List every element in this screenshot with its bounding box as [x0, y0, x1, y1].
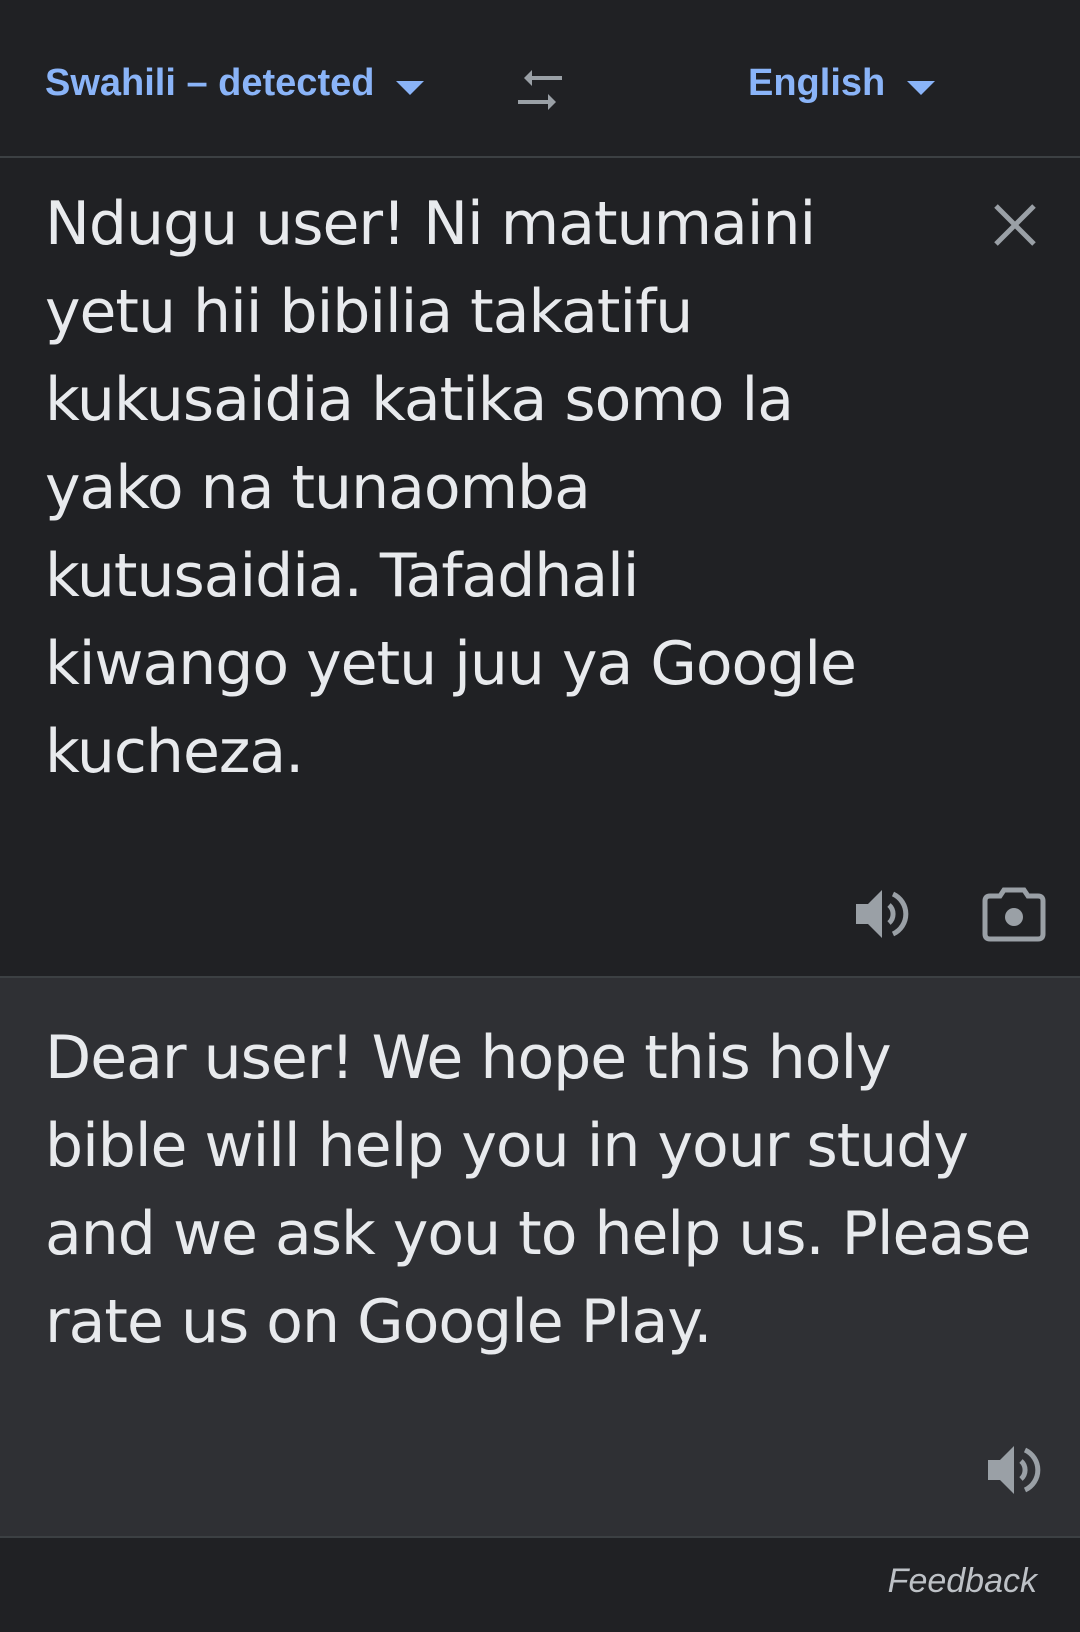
target-language-selector[interactable]: English: [748, 62, 936, 105]
close-icon: [994, 204, 1036, 246]
clear-text-button[interactable]: [990, 200, 1040, 250]
swap-languages-button[interactable]: [510, 66, 570, 116]
caret-down-icon: [396, 80, 425, 95]
volume-icon: [988, 1446, 1041, 1494]
source-panel: Ndugu user! Ni matumaini yetu hii bibili…: [0, 158, 1080, 978]
target-language-label: English: [748, 62, 886, 104]
caret-down-icon: [907, 80, 936, 95]
translation-text: Dear user! We hope this holy bible will …: [45, 1023, 1031, 1357]
language-bar: Swahili – detected English: [0, 0, 1080, 158]
camera-button[interactable]: [982, 884, 1046, 944]
listen-source-button[interactable]: [852, 884, 912, 944]
listen-translation-button[interactable]: [984, 1440, 1044, 1500]
source-language-label: Swahili – detected: [45, 62, 375, 104]
swap-arrows-icon: [518, 70, 562, 110]
volume-icon: [856, 890, 909, 938]
camera-icon: [982, 887, 1046, 942]
source-language-selector[interactable]: Swahili – detected: [45, 62, 425, 105]
footer: Feedback: [0, 1538, 1080, 1632]
translation-panel: Dear user! We hope this holy bible will …: [0, 978, 1080, 1538]
feedback-link[interactable]: Feedback: [888, 1562, 1037, 1601]
translate-app: Swahili – detected English Ndugu user! N…: [0, 0, 1080, 1632]
source-text-input[interactable]: Ndugu user! Ni matumaini yetu hii bibili…: [45, 180, 925, 796]
